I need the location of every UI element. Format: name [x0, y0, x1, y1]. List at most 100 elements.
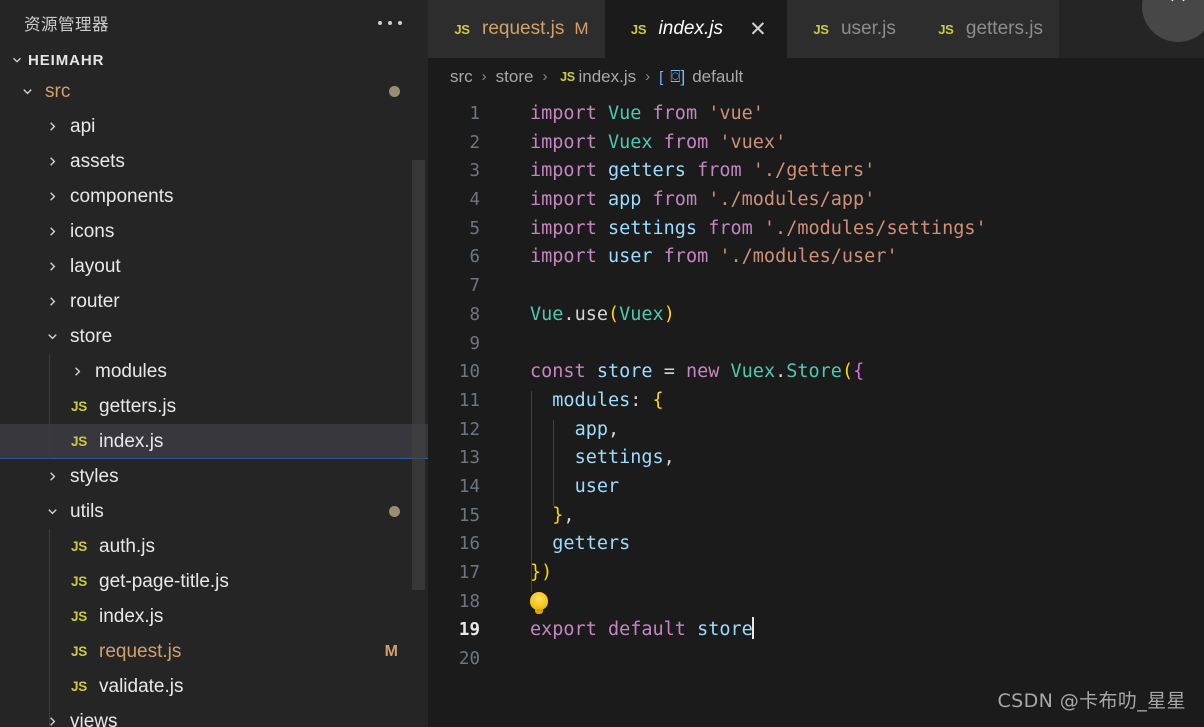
tree-folder-row[interactable]: components [0, 179, 428, 214]
code-line[interactable]: 4 import app from './modules/app' [428, 186, 1204, 215]
line-number: 5 [469, 218, 480, 239]
code-line[interactable]: 2 import Vuex from 'vuex' [428, 129, 1204, 158]
line-number: 11 [458, 390, 480, 411]
line-number: 3 [469, 161, 480, 182]
tree-item-label: validate.js [99, 675, 184, 697]
tree-file-row[interactable]: JS get-page-title.js [0, 564, 428, 599]
tree-item-label: styles [70, 465, 119, 487]
code-token: 'vuex' [719, 131, 787, 153]
chevron-right-icon [41, 189, 63, 204]
code-token: app [607, 189, 642, 211]
code-token: from [652, 103, 698, 124]
code-line-text: const store = new Vuex.Store({ [490, 358, 864, 387]
breadcrumb-item[interactable]: [⌼] default [659, 67, 743, 87]
breadcrumb-separator-icon: › [645, 68, 651, 85]
code-line[interactable]: 7 [428, 272, 1204, 301]
code-token: . [775, 361, 787, 383]
code-line[interactable]: 8 Vue.use(Vuex) [428, 301, 1204, 330]
editor-tab[interactable]: JS index.js ✕ [604, 0, 787, 58]
workspace-root-row[interactable]: HEIMAHR [0, 46, 428, 74]
editor-tab[interactable]: JS getters.js [911, 0, 1059, 58]
chevron-right-icon [41, 469, 63, 484]
breadcrumb-item[interactable]: store [496, 67, 534, 87]
tree-folder-row[interactable]: modules [0, 354, 428, 389]
explorer-header: 资源管理器 [0, 0, 428, 46]
code-line[interactable]: 14 user [428, 473, 1204, 502]
tree-folder-row[interactable]: views [0, 704, 428, 727]
code-line-text: }) [490, 559, 552, 588]
code-line[interactable]: 11 modules: { [428, 387, 1204, 416]
sidebar-scrollbar[interactable] [412, 160, 425, 590]
tree-folder-row[interactable]: icons [0, 214, 428, 249]
code-line[interactable]: 3 import getters from './getters' [428, 157, 1204, 186]
tree-folder-row[interactable]: layout [0, 249, 428, 284]
breadcrumb-separator-icon: › [481, 68, 487, 85]
code-line[interactable]: 10 const store = new Vuex.Store({ [428, 358, 1204, 387]
code-line[interactable]: 12 app, [428, 416, 1204, 445]
code-line[interactable]: 5 import settings from './modules/setting… [428, 215, 1204, 244]
js-file-icon: JS [71, 679, 87, 694]
code-line-text: app, [490, 416, 620, 445]
code-line-text: import getters from './getters' [490, 157, 875, 186]
line-number: 16 [458, 534, 480, 555]
code-line[interactable]: 18 [428, 588, 1204, 617]
tree-file-row[interactable]: JS request.js M [0, 634, 428, 669]
tree-folder-row[interactable]: src [0, 74, 428, 109]
chevron-right-icon [41, 294, 63, 309]
code-token: . [563, 303, 575, 325]
code-token: { [853, 361, 865, 383]
code-editor[interactable]: 1 import Vue from 'vue' 2 import Vuex from … [428, 95, 1204, 674]
chevron-right-icon [41, 714, 63, 727]
code-line[interactable]: 17}) [428, 559, 1204, 588]
code-line[interactable]: 19 export default store [428, 616, 1204, 645]
code-line[interactable]: 13 settings, [428, 444, 1204, 473]
code-token: import [530, 217, 597, 239]
code-line[interactable]: 16 getters [428, 530, 1204, 559]
tree-item-label: src [45, 80, 71, 102]
explorer-more-actions-icon[interactable] [374, 15, 406, 31]
code-line[interactable]: 15 }, [428, 502, 1204, 531]
editor-tab[interactable]: JS user.js [786, 0, 912, 58]
editor-tab[interactable]: JS request.js M [428, 0, 605, 58]
breadcrumb: src › store › JS index.js › [⌼] default [428, 58, 1204, 95]
code-token: './modules/user' [719, 246, 898, 268]
code-line[interactable]: 20 [428, 645, 1204, 674]
tree-file-row[interactable]: JS validate.js [0, 669, 428, 704]
breadcrumb-label: src [450, 66, 473, 86]
code-token: const [530, 361, 586, 383]
code-line-text: import Vue from 'vue' [490, 100, 764, 129]
breadcrumb-item[interactable]: JS index.js [556, 67, 636, 87]
code-token: import [530, 246, 597, 268]
tree-folder-row[interactable]: styles [0, 459, 428, 494]
js-file-icon: JS [71, 609, 87, 624]
code-token: store [596, 361, 653, 383]
tree-file-row[interactable]: JS index.js [0, 599, 428, 634]
explorer-title: 资源管理器 [24, 16, 109, 34]
code-line[interactable]: 6 import user from './modules/user' [428, 243, 1204, 272]
code-line[interactable]: 1 import Vue from 'vue' [428, 100, 1204, 129]
tree-file-row[interactable]: JS index.js [0, 424, 428, 459]
tree-file-row[interactable]: JS auth.js [0, 529, 428, 564]
tab-bar-empty-space [1058, 0, 1204, 58]
code-token: import [530, 160, 597, 182]
tab-close-icon[interactable]: ✕ [745, 16, 771, 42]
breadcrumb-item[interactable]: src [450, 67, 473, 87]
lightbulb-code-action-icon[interactable] [530, 591, 548, 614]
tree-file-row[interactable]: JS getters.js [0, 389, 428, 424]
code-token: settings [607, 217, 698, 239]
tree-folder-row[interactable]: utils [0, 494, 428, 529]
tree-folder-row[interactable]: store [0, 319, 428, 354]
tree-folder-row[interactable]: api [0, 109, 428, 144]
tree-folder-row[interactable]: router [0, 284, 428, 319]
tree-folder-row[interactable]: assets [0, 144, 428, 179]
code-line[interactable]: 9 [428, 330, 1204, 359]
code-token: Vuex [607, 131, 653, 153]
